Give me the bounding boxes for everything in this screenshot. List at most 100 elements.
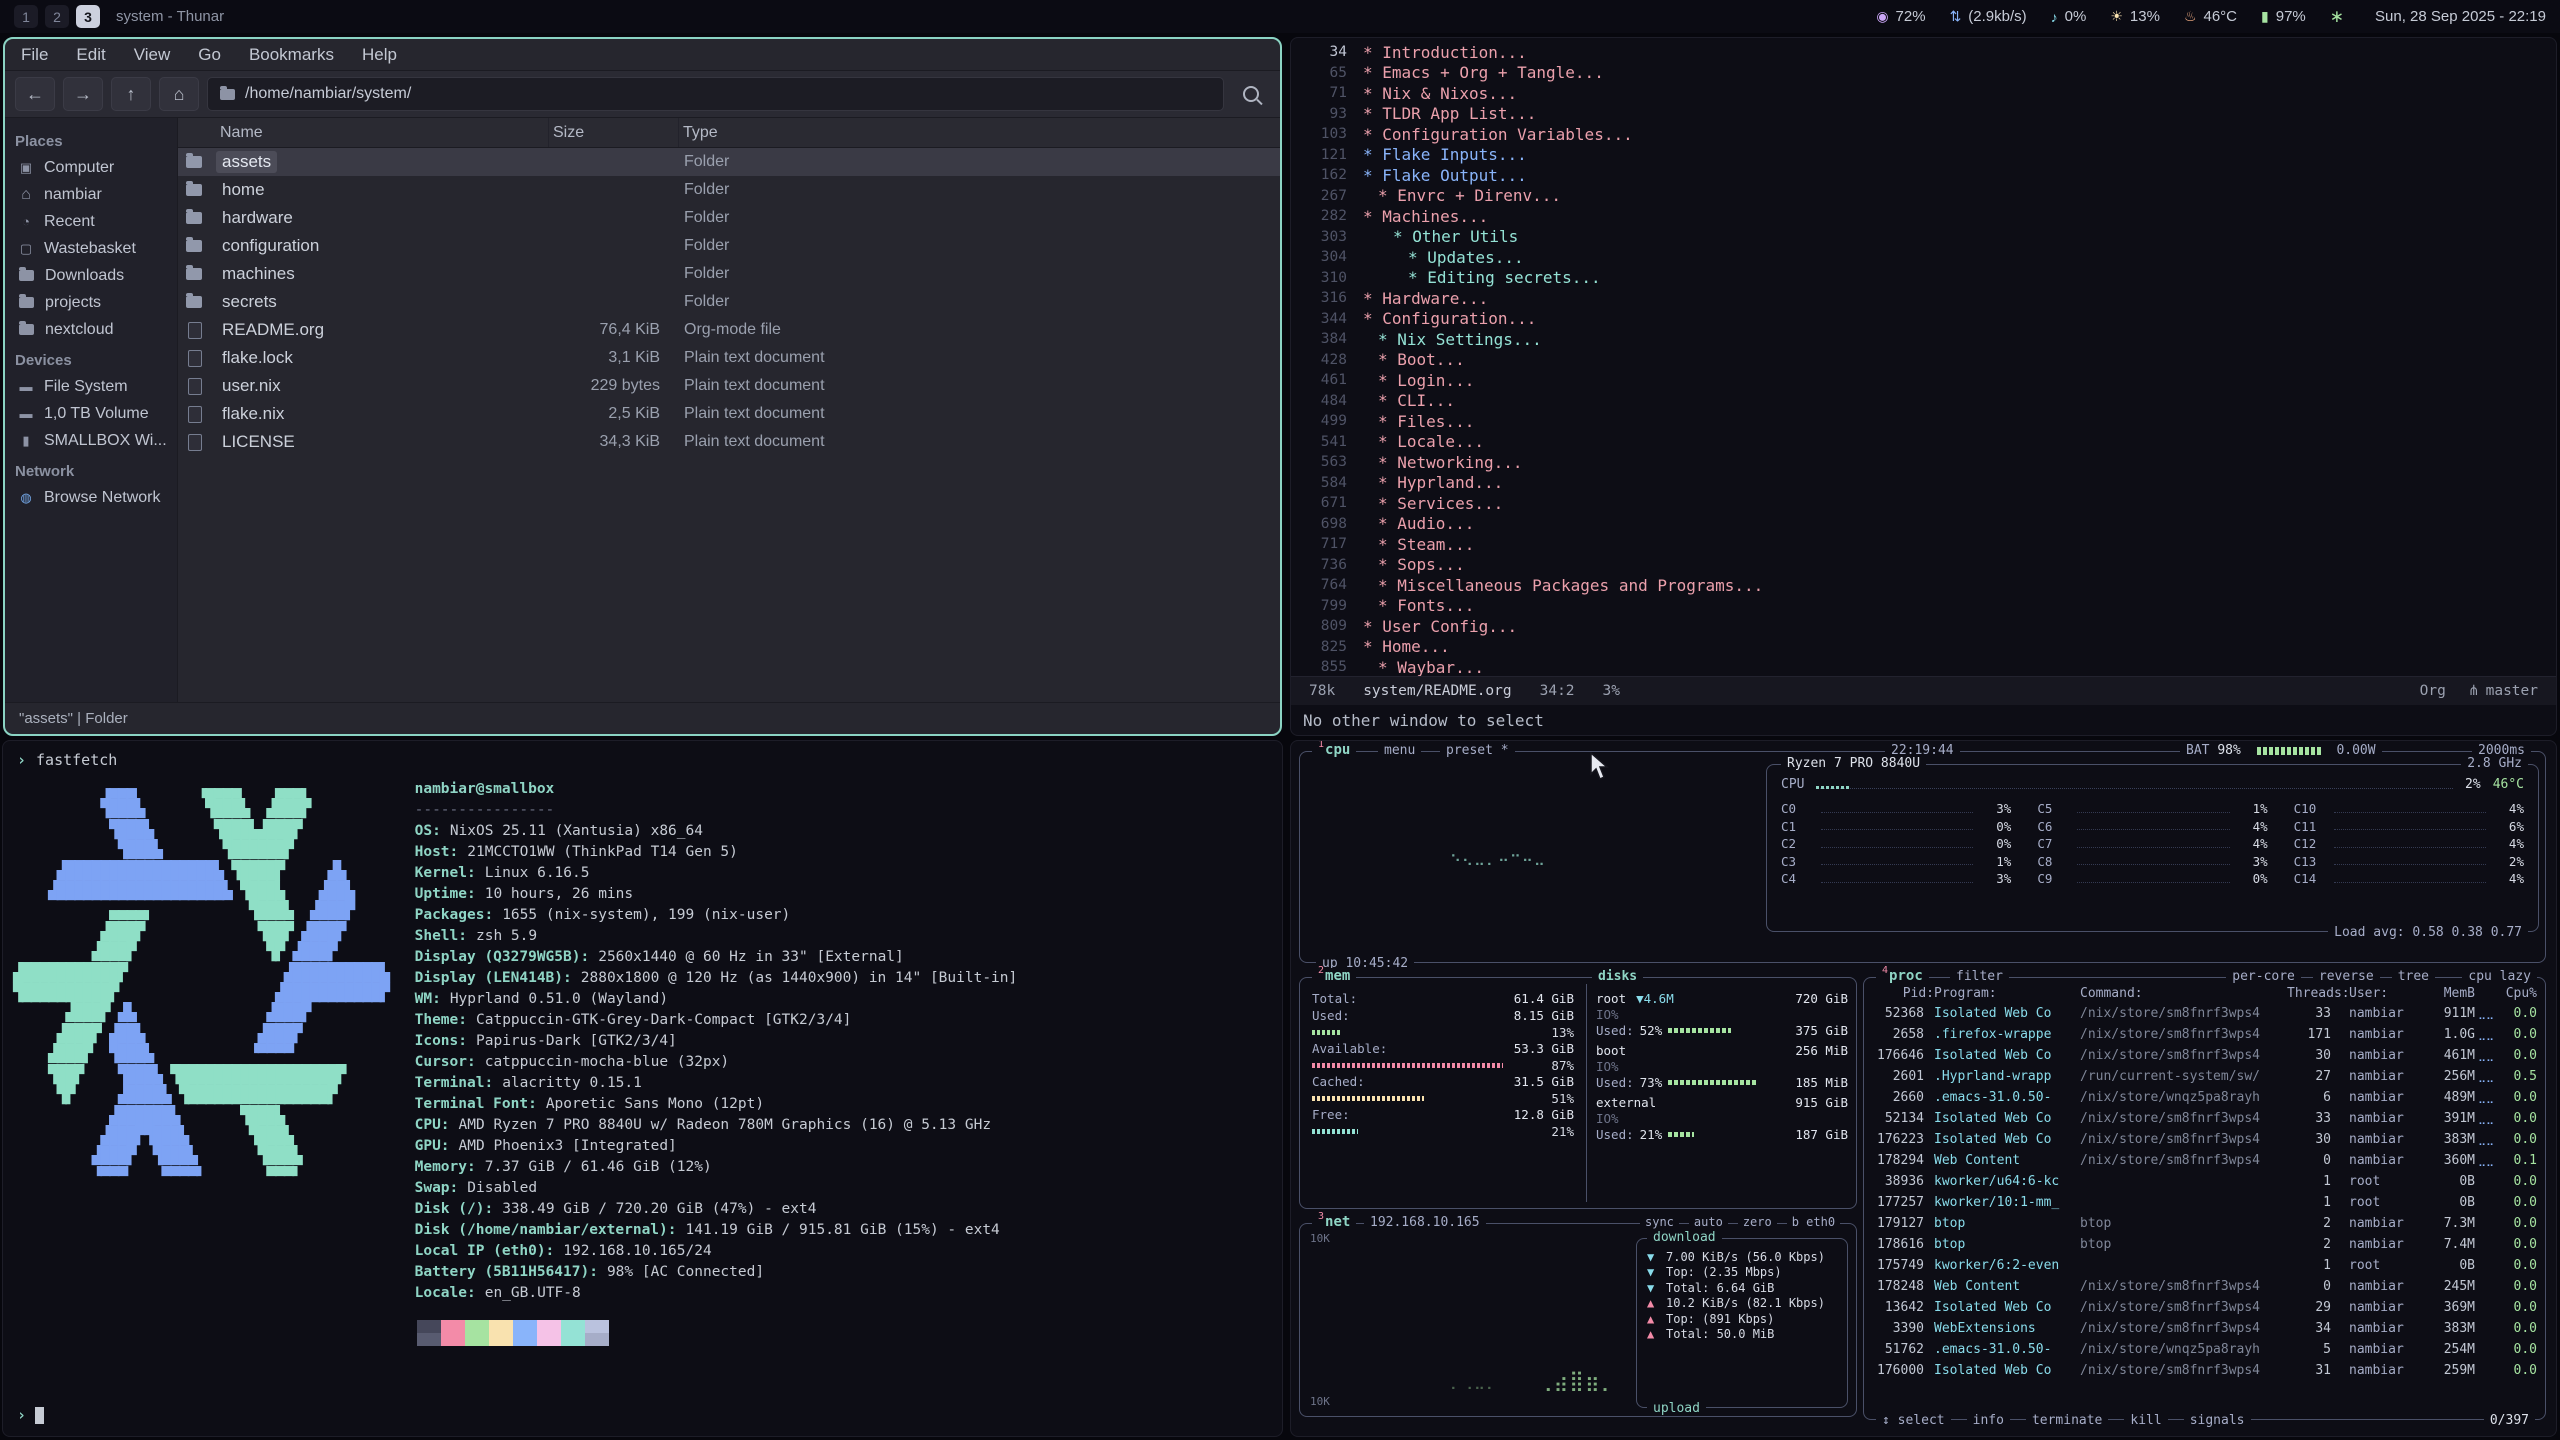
- org-heading-line[interactable]: 304 * Updates...: [1291, 247, 2556, 268]
- org-heading-line[interactable]: 267 * Envrc + Direnv...: [1291, 186, 2556, 207]
- org-heading-line[interactable]: 698 * Audio...: [1291, 514, 2556, 535]
- org-heading-line[interactable]: 584 * Hyprland...: [1291, 473, 2556, 494]
- org-heading-line[interactable]: 541 * Locale...: [1291, 432, 2556, 453]
- org-heading-line[interactable]: 736 * Sops...: [1291, 555, 2556, 576]
- cpu-box-title[interactable]: 1cpu: [1312, 742, 1356, 758]
- toolbar-nav-button[interactable]: [111, 77, 151, 111]
- org-heading-line[interactable]: 65 * Emacs + Org + Tangle...: [1291, 63, 2556, 84]
- info-button[interactable]: info: [1967, 1413, 2010, 1428]
- proc-option-button[interactable]: reverse: [2313, 969, 2380, 984]
- bar-module[interactable]: ◉ 72%: [1876, 8, 1925, 25]
- sort-selector[interactable]: cpu lazy: [2462, 969, 2537, 984]
- process-row[interactable]: 176223 Isolated Web Co /nix/store/sm8fnr…: [1864, 1129, 2545, 1150]
- menu-item[interactable]: Bookmarks: [249, 45, 334, 65]
- org-heading-line[interactable]: 162 * Flake Output...: [1291, 165, 2556, 186]
- process-row[interactable]: 178248 Web Content /nix/store/sm8fnrf3wp…: [1864, 1276, 2545, 1297]
- process-row[interactable]: 2601 .Hyprland-wrapp /run/current-system…: [1864, 1066, 2545, 1087]
- sidebar-item[interactable]: Browse Network: [5, 484, 177, 511]
- org-buffer[interactable]: 34 * Introduction... 65 * Emacs + Org + …: [1291, 38, 2556, 676]
- file-row[interactable]: secrets Folder: [178, 288, 1280, 316]
- file-row[interactable]: machines Folder: [178, 260, 1280, 288]
- org-heading-line[interactable]: 809 * User Config...: [1291, 616, 2556, 637]
- net-control-button[interactable]: zero: [1738, 1215, 1777, 1229]
- file-row[interactable]: README.org 76,4 KiB Org-mode file: [178, 316, 1280, 344]
- menu-item[interactable]: View: [134, 45, 171, 65]
- bar-module[interactable]: ▮ 97%: [2261, 8, 2306, 25]
- preset-button[interactable]: preset *: [1440, 743, 1515, 758]
- toolbar-nav-button[interactable]: [159, 77, 199, 111]
- org-heading-line[interactable]: 825 * Home...: [1291, 637, 2556, 658]
- org-heading-line[interactable]: 484 * CLI...: [1291, 391, 2556, 412]
- filter-button[interactable]: filter: [1950, 969, 2009, 984]
- workspace-button[interactable]: 1: [14, 5, 38, 28]
- process-row[interactable]: 179127 btop btop 2 nambiar 7.3M 0.0: [1864, 1213, 2545, 1234]
- org-heading-line[interactable]: 799 * Fonts...: [1291, 596, 2556, 617]
- column-header-type[interactable]: Type: [678, 118, 1280, 147]
- org-heading-line[interactable]: 764 * Miscellaneous Packages and Program…: [1291, 575, 2556, 596]
- org-heading-line[interactable]: 499 * Files...: [1291, 411, 2556, 432]
- net-control-button[interactable]: auto: [1689, 1215, 1728, 1229]
- sidebar-item[interactable]: Computer: [5, 154, 177, 181]
- sidebar-item[interactable]: projects: [5, 289, 177, 316]
- proc-option-button[interactable]: per-core: [2226, 969, 2301, 984]
- disks-box-title[interactable]: disks: [1592, 969, 1643, 984]
- file-row[interactable]: home Folder: [178, 176, 1280, 204]
- org-heading-line[interactable]: 93 * TLDR App List...: [1291, 104, 2556, 125]
- menu-button[interactable]: menu: [1378, 743, 1421, 758]
- sidebar-item[interactable]: SMALLBOX Wi...: [5, 427, 177, 454]
- bar-module[interactable]: ∗: [2330, 7, 2351, 27]
- process-row[interactable]: 38936 kworker/u64:6-kc 1 root 0B 0.0: [1864, 1171, 2545, 1192]
- clock[interactable]: Sun, 28 Sep 2025 - 22:19: [2375, 8, 2546, 25]
- workspace-button[interactable]: 3: [76, 5, 100, 28]
- file-row[interactable]: hardware Folder: [178, 204, 1280, 232]
- file-row[interactable]: flake.nix 2,5 KiB Plain text document: [178, 400, 1280, 428]
- org-heading-line[interactable]: 303 * Other Utils: [1291, 227, 2556, 248]
- mem-box-title[interactable]: 2mem: [1312, 968, 1356, 984]
- org-heading-line[interactable]: 428 * Boot...: [1291, 350, 2556, 371]
- select-button[interactable]: ↕ select: [1876, 1413, 1951, 1428]
- file-row[interactable]: flake.lock 3,1 KiB Plain text document: [178, 344, 1280, 372]
- process-row[interactable]: 13642 Isolated Web Co /nix/store/sm8fnrf…: [1864, 1297, 2545, 1318]
- toolbar-nav-button[interactable]: [63, 77, 103, 111]
- org-heading-line[interactable]: 71 * Nix & Nixos...: [1291, 83, 2556, 104]
- process-row[interactable]: 3390 WebExtensions /nix/store/sm8fnrf3wp…: [1864, 1318, 2545, 1339]
- toolbar-nav-button[interactable]: [15, 77, 55, 111]
- column-header-size[interactable]: Size: [548, 118, 678, 147]
- terminate-button[interactable]: terminate: [2026, 1413, 2108, 1428]
- proc-box-title[interactable]: 4proc: [1876, 968, 1929, 984]
- process-row[interactable]: 52368 Isolated Web Co /nix/store/sm8fnrf…: [1864, 1003, 2545, 1024]
- search-button[interactable]: [1232, 78, 1270, 110]
- org-heading-line[interactable]: 282 * Machines...: [1291, 206, 2556, 227]
- org-heading-line[interactable]: 316 * Hardware...: [1291, 288, 2556, 309]
- process-row[interactable]: 177257 kworker/10:1-mm_ 1 root 0B 0.0: [1864, 1192, 2545, 1213]
- process-row[interactable]: 176000 Isolated Web Co /nix/store/sm8fnr…: [1864, 1360, 2545, 1381]
- bar-module[interactable]: ☀ 13%: [2110, 8, 2160, 25]
- process-row[interactable]: 175749 kworker/6:2-even 1 root 0B 0.0: [1864, 1255, 2545, 1276]
- net-control-button[interactable]: b eth0: [1787, 1215, 1840, 1229]
- org-heading-line[interactable]: 855 * Waybar...: [1291, 657, 2556, 676]
- org-heading-line[interactable]: 671 * Services...: [1291, 493, 2556, 514]
- bar-module[interactable]: ⇅ (2.9kb/s): [1950, 8, 2027, 25]
- menu-item[interactable]: Edit: [76, 45, 105, 65]
- org-heading-line[interactable]: 717 * Steam...: [1291, 534, 2556, 555]
- net-control-button[interactable]: sync: [1640, 1215, 1679, 1229]
- org-heading-line[interactable]: 344 * Configuration...: [1291, 309, 2556, 330]
- bar-module[interactable]: ♪ 0%: [2051, 8, 2087, 25]
- path-bar[interactable]: /home/nambiar/system/: [207, 77, 1224, 111]
- sidebar-item[interactable]: nambiar: [5, 181, 177, 208]
- file-row[interactable]: configuration Folder: [178, 232, 1280, 260]
- file-row[interactable]: assets Folder: [178, 148, 1280, 176]
- file-row[interactable]: LICENSE 34,3 KiB Plain text document: [178, 428, 1280, 456]
- workspace-button[interactable]: 2: [45, 5, 69, 28]
- org-heading-line[interactable]: 121 * Flake Inputs...: [1291, 145, 2556, 166]
- process-row[interactable]: 178294 Web Content /nix/store/sm8fnrf3wp…: [1864, 1150, 2545, 1171]
- org-heading-line[interactable]: 563 * Networking...: [1291, 452, 2556, 473]
- sidebar-item[interactable]: File System: [5, 373, 177, 400]
- file-row[interactable]: user.nix 229 bytes Plain text document: [178, 372, 1280, 400]
- menu-item[interactable]: Help: [362, 45, 397, 65]
- process-row[interactable]: 51762 .emacs-31.0.50- /nix/store/wnqz5pa…: [1864, 1339, 2545, 1360]
- net-box-title[interactable]: 3net: [1312, 1214, 1356, 1230]
- org-heading-line[interactable]: 103 * Configuration Variables...: [1291, 124, 2556, 145]
- bar-module[interactable]: ♨ 46°C: [2184, 8, 2237, 25]
- org-heading-line[interactable]: 384 * Nix Settings...: [1291, 329, 2556, 350]
